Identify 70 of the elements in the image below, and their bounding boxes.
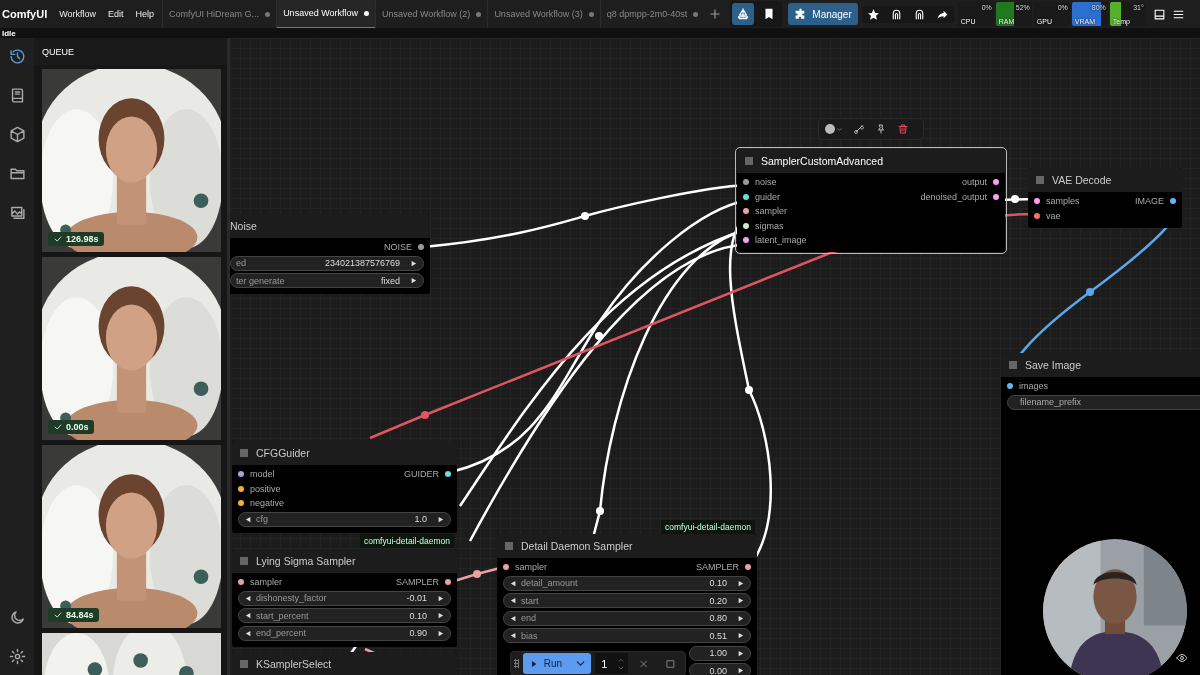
number-widget[interactable]: 0.00: [689, 663, 751, 675]
number-widget[interactable]: start_percent 0.10: [238, 608, 451, 623]
output-label: SAMPLER: [696, 562, 739, 572]
workflow-tab[interactable]: Unsaved Workflow (2): [375, 0, 488, 28]
text-widget[interactable]: filename_prefix: [1007, 394, 1200, 410]
node-source-badge: comfyui-detail-daemon: [360, 534, 454, 548]
app-logo: ComfyUI: [1, 8, 49, 20]
input-label: sampler: [755, 206, 787, 216]
input-label: images: [1019, 381, 1048, 391]
run-button[interactable]: Run: [522, 653, 571, 674]
number-widget[interactable]: dishonesty_factor -0.01: [238, 590, 451, 606]
workflow-tab[interactable]: Unsaved Workflow: [276, 0, 375, 28]
input-label: negative: [250, 498, 285, 508]
menu-item[interactable]: Workflow: [53, 5, 103, 23]
menu-item[interactable]: Edit: [102, 5, 130, 23]
tab-label: Unsaved Workflow (3): [494, 9, 583, 19]
workflow-tab[interactable]: Unsaved Workflow (3): [487, 0, 600, 28]
number-widget[interactable]: 1.00: [689, 645, 751, 661]
number-widget[interactable]: ed 234021387576769: [230, 255, 424, 271]
input-label: vae: [1046, 210, 1061, 221]
duration-badge: 126.98s: [48, 232, 104, 246]
output-label: GUIDER: [404, 469, 439, 479]
manager-button[interactable]: Manager: [788, 3, 858, 25]
node-panel[interactable]: SamplerCustomAdvanced noise output guider denoised_output sampler sigmas latent_image: [737, 149, 1005, 252]
node-title: CFGGuider: [256, 447, 310, 459]
node-panel[interactable]: VAE Decode samples IMAGE vae: [1028, 168, 1182, 228]
tab-label: ComfyUI HiDream G...: [169, 9, 260, 19]
node-source-badge: comfyui-detail-daemon: [661, 520, 755, 534]
node-title: Noise: [230, 220, 257, 232]
status-text: Idle: [1, 29, 16, 38]
node-title: KSamplerSelect: [256, 658, 332, 670]
input-label: model: [250, 469, 275, 479]
number-widget[interactable]: bias 0.51: [503, 628, 751, 643]
number-widget[interactable]: end_percent 0.90: [238, 625, 451, 641]
input-label: sigmas: [755, 220, 784, 231]
tab-label: q8 dpmpp-2m0-40st: [606, 9, 688, 19]
node-title: SamplerCustomAdvanced: [761, 155, 883, 167]
node-panel[interactable]: Noise NOISE ed 234021387576769 ter generate fixed: [230, 214, 430, 294]
input-label: noise: [755, 177, 777, 187]
output-label: IMAGE: [1135, 196, 1164, 206]
number-widget[interactable]: ter generate fixed: [230, 273, 424, 288]
node-panel[interactable]: KSamplerSelect: [232, 652, 457, 675]
tab-label: Unsaved Workflow (2): [382, 9, 471, 19]
node-title: Detail Daemon Sampler: [521, 540, 633, 552]
output-label: NOISE: [384, 242, 412, 252]
input-label: sampler: [515, 562, 547, 572]
menu-item[interactable]: Help: [129, 5, 161, 23]
number-widget[interactable]: detail_amount 0.10: [503, 575, 751, 591]
node-panel[interactable]: Lying Sigma Sampler sampler SAMPLER dishonesty_factor -0.01 start_percent 0.10 end_percent 0.90: [232, 549, 457, 647]
tab-label: Unsaved Workflow: [283, 8, 358, 18]
input-label: latent_image: [755, 235, 807, 245]
output-label: denoised_output: [920, 191, 987, 202]
number-widget[interactable]: start 0.20: [503, 593, 751, 608]
duration-badge: 0.00s: [48, 420, 94, 434]
input-label: samples: [1046, 196, 1080, 206]
input-label: sampler: [250, 577, 282, 587]
output-label: SAMPLER: [396, 577, 439, 587]
node-title: Save Image: [1025, 359, 1082, 371]
node-title: VAE Decode: [1052, 174, 1112, 186]
input-label: positive: [250, 483, 281, 494]
output-label: output: [961, 177, 987, 187]
node-panel[interactable]: CFGGuider model GUIDER positive negative cfg 1.0: [232, 441, 457, 533]
batch-count-field[interactable]: 1: [595, 653, 628, 674]
panel-title: QUEUE: [34, 38, 227, 65]
number-widget[interactable]: cfg 1.0: [238, 511, 451, 527]
number-widget[interactable]: end 0.80: [503, 610, 751, 626]
workflow-tab[interactable]: q8 dpmpp-2m0-40st: [599, 0, 705, 28]
node-title: Lying Sigma Sampler: [256, 555, 356, 567]
duration-badge: 84.84s: [48, 608, 99, 622]
input-label: guider: [755, 191, 781, 202]
